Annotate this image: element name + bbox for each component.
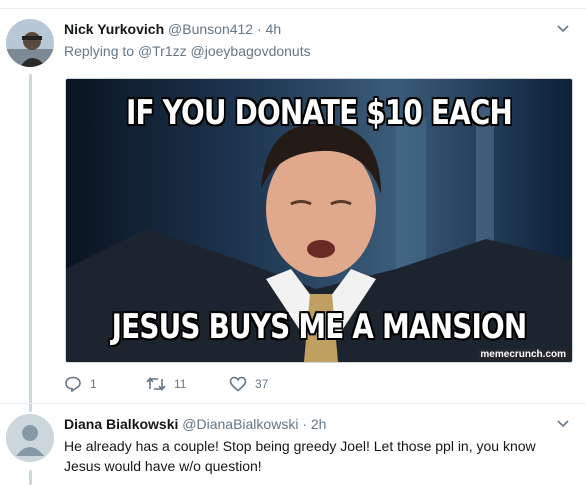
reply-button[interactable]: 1 (64, 376, 97, 392)
meme-watermark: memecrunch.com (477, 349, 569, 360)
like-button[interactable]: 37 (229, 376, 268, 392)
avatar-photo (6, 19, 54, 67)
chevron-down-icon[interactable] (556, 24, 570, 34)
timestamp[interactable]: · 2h (302, 416, 326, 432)
heart-icon (229, 376, 247, 392)
tweet-text: He already has a couple! Stop being gree… (64, 438, 536, 474)
retweet-button[interactable]: 11 (146, 376, 186, 392)
timestamp[interactable]: · 4h (257, 21, 281, 37)
display-name[interactable]: Diana Bialkowski (64, 416, 178, 432)
thread-line (29, 470, 32, 485)
tweet-image[interactable]: IF YOU DONATE $10 EACH JESUS BUYS ME A M… (65, 78, 573, 363)
mention-link[interactable]: @Tr1zz (138, 43, 187, 59)
replying-to: Replying to @Tr1zz @joeybagovdonuts (64, 42, 311, 60)
display-name[interactable]: Nick Yurkovich (64, 21, 164, 37)
tweet-header: Diana Bialkowski @DianaBialkowski · 2h (64, 415, 326, 433)
replying-label: Replying to (64, 43, 135, 59)
tweet-actions: 1 11 37 (64, 376, 364, 396)
retweet-count: 11 (174, 377, 187, 391)
like-count: 37 (255, 377, 269, 391)
reply-count: 1 (90, 377, 97, 391)
avatar[interactable] (6, 414, 54, 462)
meme-top-text: IF YOU DONATE $10 EACH (125, 93, 513, 133)
avatar[interactable] (6, 19, 54, 67)
username[interactable]: @Bunson412 (168, 21, 253, 37)
thread-line (29, 74, 32, 412)
mention-link[interactable]: @joeybagovdonuts (191, 43, 311, 59)
meme-bottom-text: JESUS BUYS ME A MANSION (111, 307, 528, 347)
tweet-divider (0, 403, 586, 404)
default-avatar-icon (6, 414, 54, 462)
reply-icon (65, 376, 81, 392)
top-divider (0, 8, 586, 9)
tweet-header: Nick Yurkovich @Bunson412 · 4h (64, 20, 281, 38)
chevron-down-icon[interactable] (556, 419, 570, 429)
username[interactable]: @DianaBialkowski (182, 416, 298, 432)
retweet-icon (146, 377, 166, 391)
